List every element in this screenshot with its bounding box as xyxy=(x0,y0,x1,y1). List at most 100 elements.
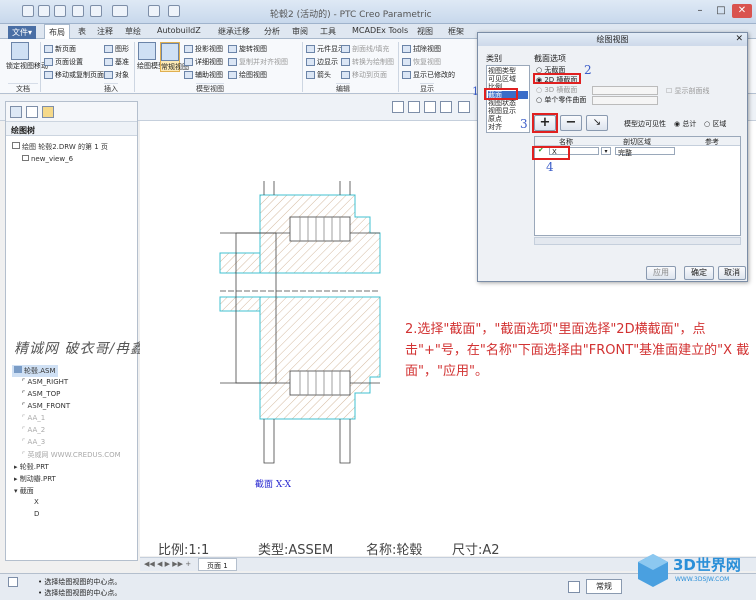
new-file-icon[interactable] xyxy=(22,5,34,17)
undo-icon[interactable] xyxy=(72,5,84,17)
hatching-button[interactable]: 剖面线/填充 xyxy=(341,44,389,54)
general-view-button[interactable]: 常规视图 xyxy=(160,42,189,72)
model-item-section-x[interactable]: X xyxy=(34,498,39,506)
zoom-out-icon[interactable] xyxy=(408,101,420,113)
vis-total-radio[interactable]: ◉ 总计 xyxy=(674,119,696,129)
drawing-view-label: 绘图视图 xyxy=(239,71,267,79)
convert-draft-button[interactable]: 转换为绘制图 xyxy=(341,57,394,67)
page-setup-button[interactable]: 页面设置 xyxy=(44,57,83,67)
detail-view-button[interactable]: 详细视图 xyxy=(184,57,223,67)
tab-layout[interactable]: 布局 xyxy=(44,24,70,39)
tab-annotate[interactable]: 注释 xyxy=(97,26,113,37)
flip-section-button[interactable]: ↘ xyxy=(586,115,608,131)
repaint-icon[interactable] xyxy=(440,101,452,113)
vis-area-radio[interactable]: ○ 区域 xyxy=(704,119,726,129)
redo-icon[interactable] xyxy=(90,5,102,17)
tree-item[interactable]: new_view_6 xyxy=(22,155,73,163)
open-file-icon[interactable] xyxy=(38,5,50,17)
graphics-button[interactable]: 图形 xyxy=(104,44,129,54)
model-item[interactable]: ⌜ ASM_FRONT xyxy=(22,402,70,410)
folder-tab-icon[interactable] xyxy=(26,106,38,118)
model-item[interactable]: ⌜ ASM_TOP xyxy=(22,390,60,398)
copy-align-view-button[interactable]: 复制并对齐视图 xyxy=(228,57,288,67)
new-page-button[interactable]: 新页面 xyxy=(44,44,76,54)
object-button[interactable]: 对象 xyxy=(104,70,129,80)
category-item[interactable]: 视图显示 xyxy=(488,107,528,115)
category-item[interactable]: 可见区域 xyxy=(488,75,528,83)
category-item[interactable]: 视图状态 xyxy=(488,99,528,107)
cancel-button[interactable]: 取消 xyxy=(718,266,746,280)
surface-select[interactable] xyxy=(592,96,658,105)
apply-button[interactable]: 应用 xyxy=(646,266,676,280)
section-area-select[interactable]: 完整 xyxy=(615,147,675,157)
tab-view[interactable]: 视图 xyxy=(417,26,433,37)
drawing-model-button[interactable]: 绘图模型 xyxy=(137,42,165,70)
model-item[interactable]: ⌜ AA_3 xyxy=(22,438,45,446)
model-item-hub-prt[interactable]: ▸ 轮毂.PRT xyxy=(14,462,49,472)
message-icon[interactable] xyxy=(8,577,18,587)
filter-select[interactable]: 常规 xyxy=(586,579,622,594)
remove-section-button[interactable]: − xyxy=(560,115,582,131)
show-modified-button[interactable]: 显示已修改的 xyxy=(402,70,455,80)
model-item-brake-prt[interactable]: ▸ 制动瓣.PRT xyxy=(14,474,56,484)
tab-mcadex[interactable]: MCADEx Tools xyxy=(352,26,408,35)
model-item[interactable]: ⌜ AA_2 xyxy=(22,426,45,434)
lock-view-move-button[interactable]: 锁定视图移动 xyxy=(6,42,48,70)
zoom-in-icon[interactable] xyxy=(392,101,404,113)
tab-framework[interactable]: 框架 xyxy=(448,26,464,37)
model-item[interactable]: ⌜ ASM_RIGHT xyxy=(22,378,68,386)
tree-tab-icon[interactable] xyxy=(10,106,22,118)
tab-analysis[interactable]: 分析 xyxy=(264,26,280,37)
drawing-view-button[interactable]: 绘图视图 xyxy=(228,70,267,80)
option-3d-section[interactable]: ○ 3D 横截面 xyxy=(536,85,577,95)
model-item-section-d[interactable]: D xyxy=(34,510,39,518)
model-item-asm[interactable]: 轮毂.ASM xyxy=(12,365,58,377)
name-dropdown-icon[interactable]: ▾ xyxy=(601,147,611,155)
close-button[interactable]: ✕ xyxy=(732,4,752,18)
erase-view-button[interactable]: 拭除视图 xyxy=(402,44,441,54)
arrow-button[interactable]: 箭头 xyxy=(306,70,331,80)
save-icon[interactable] xyxy=(54,5,66,17)
tab-review[interactable]: 审阅 xyxy=(292,26,308,37)
edge-display-button[interactable]: 边显示 xyxy=(306,57,338,67)
auxiliary-view-button[interactable]: 辅助视图 xyxy=(184,70,223,80)
highlight-box-2 xyxy=(533,73,581,84)
tab-legacy[interactable]: 继承迁移 xyxy=(218,26,250,37)
table-scrollbar[interactable] xyxy=(534,237,741,245)
option-single-surface[interactable]: ○ 单个零件曲面 xyxy=(536,95,586,105)
regenerate-icon[interactable] xyxy=(148,5,160,17)
tab-tools[interactable]: 工具 xyxy=(320,26,336,37)
display-style-icon[interactable] xyxy=(458,101,470,113)
selection-filter-icon[interactable] xyxy=(568,581,580,593)
model-item[interactable]: ⌜ 英威网 WWW.CREDUS.COM xyxy=(22,450,121,460)
category-item[interactable]: 视图类型 xyxy=(488,67,528,75)
favorites-tab-icon[interactable] xyxy=(42,106,54,118)
refit-icon[interactable] xyxy=(424,101,436,113)
tree-item[interactable]: 绘图 轮毂2.DRW 的第 1 页 xyxy=(12,142,108,152)
logo-cube-icon xyxy=(638,554,668,587)
close-window-icon[interactable] xyxy=(168,5,180,17)
file-menu[interactable]: 文件▾ xyxy=(8,26,37,39)
component-display-button[interactable]: 元件显示 xyxy=(306,44,345,54)
ok-button[interactable]: 确定 xyxy=(684,266,714,280)
show-xhatch-checkbox[interactable]: ☐ 显示剖面线 xyxy=(666,86,710,96)
page-nav-icon[interactable]: ◀◀ ◀ ▶ ▶▶ + xyxy=(144,560,191,568)
3d-section-select[interactable] xyxy=(592,86,658,95)
projection-view-button[interactable]: 投影视图 xyxy=(184,44,223,54)
tab-sketch[interactable]: 草绘 xyxy=(125,26,141,37)
revolved-view-button[interactable]: 旋转视图 xyxy=(228,44,267,54)
minimize-button[interactable]: – xyxy=(690,4,710,18)
tab-autobuildz[interactable]: AutobuildZ xyxy=(157,26,201,35)
show-xhatch-label: 显示剖面线 xyxy=(674,87,710,95)
datum-button[interactable]: 基准 xyxy=(104,57,129,67)
dialog-close-icon[interactable]: ✕ xyxy=(735,33,743,46)
page-tab-1[interactable]: 页面 1 xyxy=(198,558,237,571)
move-to-page-button[interactable]: 移动到页面 xyxy=(341,70,387,80)
window-icon[interactable] xyxy=(112,5,128,17)
model-item[interactable]: ⌜ AA_1 xyxy=(22,414,45,422)
tab-table[interactable]: 表 xyxy=(78,26,86,37)
model-item-sections[interactable]: ▾ 截面 xyxy=(14,486,34,496)
move-copy-page-button[interactable]: 移动或复制页面 xyxy=(44,70,104,80)
maximize-button[interactable]: □ xyxy=(711,4,731,18)
resume-view-button[interactable]: 恢复视图 xyxy=(402,57,441,67)
